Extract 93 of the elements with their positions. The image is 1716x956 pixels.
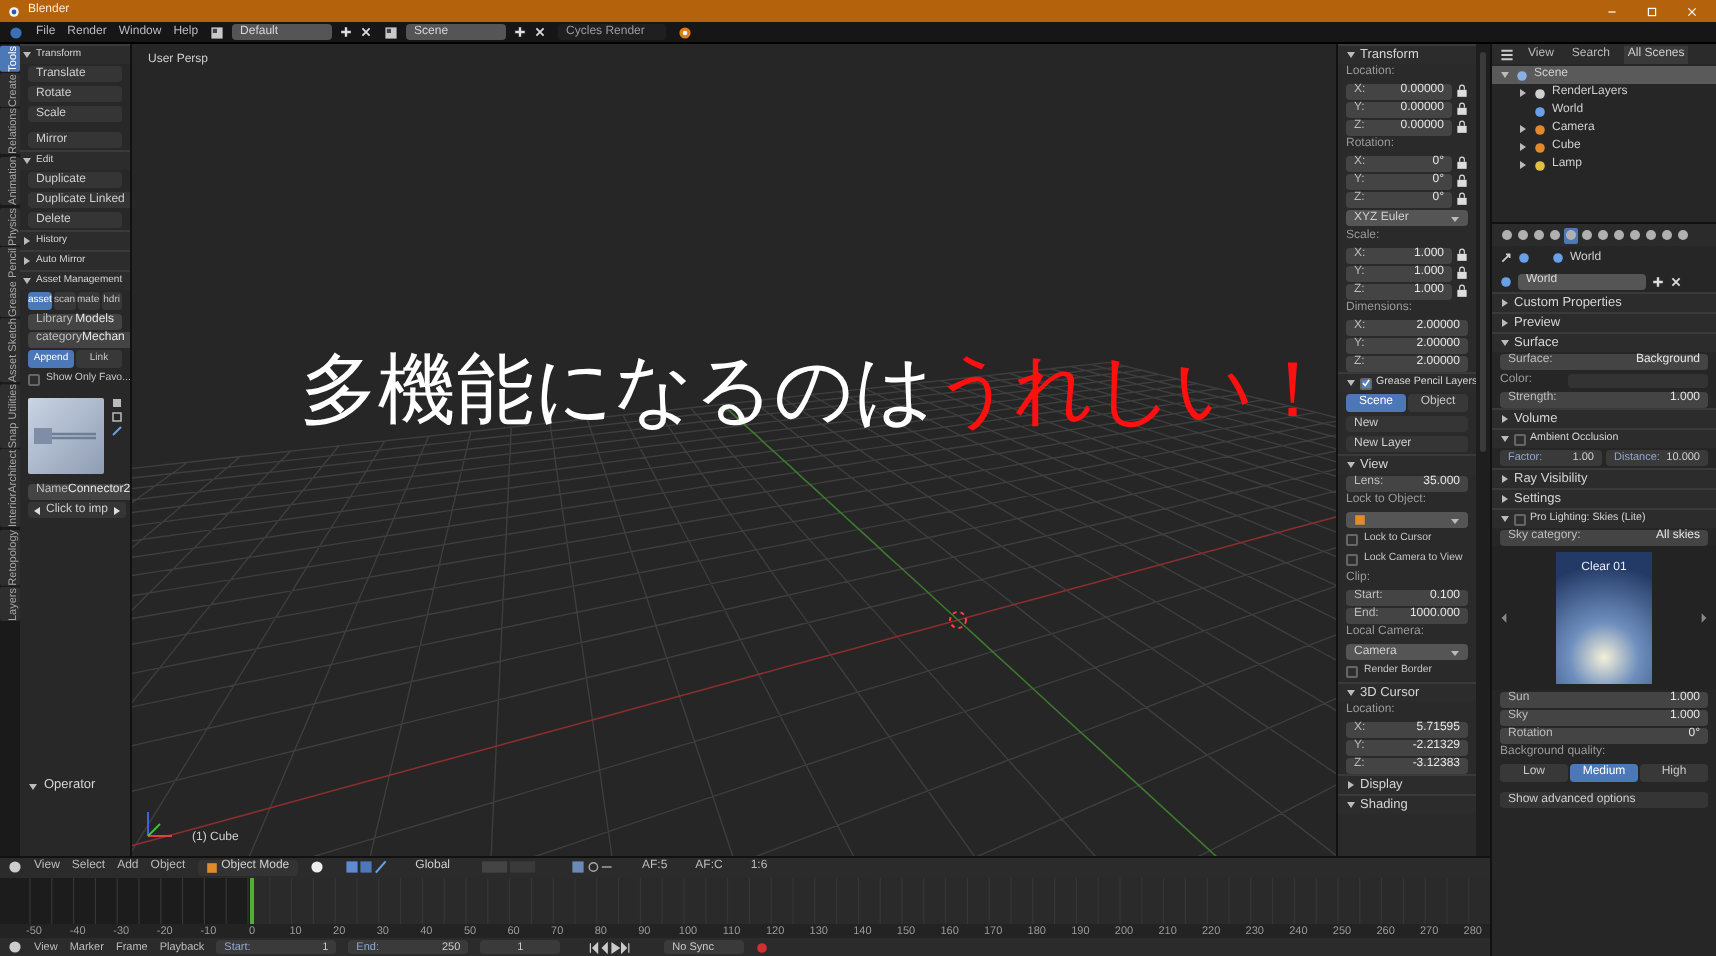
caret-icon: [1450, 647, 1460, 657]
disclosure-triangle-icon[interactable]: [1518, 142, 1528, 152]
checkbox[interactable]: [1346, 554, 1358, 566]
caret-icon: [1450, 515, 1460, 525]
color-swatch[interactable]: [1568, 373, 1708, 387]
disclosure-triangle-icon[interactable]: [22, 256, 32, 266]
properties-tab[interactable]: [1564, 227, 1578, 243]
disclosure-triangle-icon[interactable]: [1346, 780, 1356, 790]
add-icon[interactable]: [514, 26, 527, 38]
record-icon[interactable]: [756, 941, 769, 954]
checkbox[interactable]: [1514, 513, 1526, 525]
properties-tab[interactable]: [1676, 227, 1690, 243]
next-icon[interactable]: [1700, 612, 1708, 624]
disclosure-triangle-icon[interactable]: [1500, 474, 1510, 484]
world-icon: [1500, 275, 1512, 287]
properties-tab[interactable]: [1612, 227, 1626, 243]
disclosure-triangle-icon[interactable]: [28, 781, 38, 791]
add-icon[interactable]: [340, 26, 353, 38]
lock-icon[interactable]: [1456, 174, 1468, 188]
editor-type-icon[interactable]: [8, 940, 22, 955]
disclosure-triangle-icon[interactable]: [1500, 434, 1510, 444]
add-icon[interactable]: [1652, 275, 1664, 287]
disclosure-triangle-icon[interactable]: [1346, 50, 1356, 60]
cube-icon: [205, 861, 218, 874]
disclosure-triangle-icon[interactable]: [22, 236, 32, 246]
cube-icon: [1354, 514, 1366, 526]
lock-icon[interactable]: [1456, 84, 1468, 98]
disclosure-triangle-icon[interactable]: [1346, 800, 1356, 810]
properties-tab[interactable]: [1644, 227, 1658, 243]
properties-tab[interactable]: [1628, 227, 1642, 243]
disclosure-triangle-icon[interactable]: [1346, 460, 1356, 470]
lock-icon[interactable]: [1456, 248, 1468, 262]
properties-tab[interactable]: [1500, 227, 1514, 243]
dropdown[interactable]: [1346, 512, 1468, 528]
disclosure-triangle-icon[interactable]: [1518, 124, 1528, 134]
close-icon[interactable]: [534, 26, 547, 38]
axis-gizmo-icon: [147, 811, 173, 837]
disclosure-triangle-icon[interactable]: [1500, 318, 1510, 328]
close-icon[interactable]: [1670, 275, 1682, 287]
properties-tab[interactable]: [1548, 227, 1562, 243]
disclosure-triangle-icon[interactable]: [1518, 160, 1528, 170]
caret-icon: [1450, 213, 1460, 223]
frame-icon[interactable]: [112, 412, 122, 422]
next-icon[interactable]: [112, 505, 123, 515]
checkbox[interactable]: [1346, 534, 1358, 546]
screen-layout-icon[interactable]: [210, 25, 225, 39]
properties-tab[interactable]: [1516, 227, 1530, 243]
pin-icon[interactable]: [1500, 252, 1512, 264]
properties-tab[interactable]: [1596, 227, 1610, 243]
disclosure-triangle-icon[interactable]: [1500, 298, 1510, 308]
screen-layout-icon[interactable]: [384, 25, 399, 39]
lock-icon[interactable]: [1456, 120, 1468, 134]
lock-icon[interactable]: [1456, 284, 1468, 298]
minimize-icon[interactable]: [1604, 5, 1620, 17]
wrench-icon[interactable]: [112, 426, 122, 436]
properties-tab[interactable]: [1580, 227, 1594, 243]
scene-icon: [1518, 252, 1530, 264]
previous-icon[interactable]: [1500, 612, 1508, 624]
lock-icon[interactable]: [1456, 102, 1468, 116]
lock-icon[interactable]: [1456, 192, 1468, 206]
maximize-icon[interactable]: [1644, 5, 1660, 17]
blender-logo-icon: [678, 25, 693, 39]
properties-tab[interactable]: [1532, 227, 1546, 243]
disclosure-triangle-icon[interactable]: [1518, 88, 1528, 98]
save-icon[interactable]: [112, 398, 122, 408]
close-icon[interactable]: [360, 26, 373, 38]
disclosure-triangle-icon[interactable]: [22, 156, 32, 166]
checkbox[interactable]: [28, 374, 40, 386]
outliner-icon[interactable]: [1500, 47, 1514, 61]
disclosure-triangle-icon[interactable]: [1500, 494, 1510, 504]
editor-type-icon[interactable]: [8, 860, 22, 875]
disclosure-triangle-icon[interactable]: [1346, 688, 1356, 698]
caption-text: 多機能になるのは うれしい！: [300, 352, 1332, 430]
disclosure-triangle-icon[interactable]: [22, 50, 32, 60]
lock-icon[interactable]: [1456, 266, 1468, 280]
connector-drawing: [28, 422, 100, 450]
lock-icon[interactable]: [1456, 156, 1468, 170]
properties-tab[interactable]: [1660, 227, 1674, 243]
previous-icon[interactable]: [32, 505, 42, 515]
3d-cursor-icon[interactable]: [949, 611, 967, 629]
disclosure-triangle-icon[interactable]: [1500, 70, 1510, 80]
disclosure-triangle-icon[interactable]: [22, 276, 32, 286]
shading-icon[interactable]: [309, 860, 324, 875]
checkbox[interactable]: [1360, 377, 1372, 389]
disclosure-triangle-icon[interactable]: [1500, 338, 1510, 348]
disclosure-triangle-icon[interactable]: [1500, 414, 1510, 424]
disclosure-triangle-icon[interactable]: [1500, 514, 1510, 524]
editor-type-icon[interactable]: [8, 25, 24, 39]
disclosure-triangle-icon[interactable]: [1346, 378, 1356, 388]
checkbox[interactable]: [1346, 666, 1358, 678]
world-icon: [1552, 252, 1564, 264]
checkbox[interactable]: [1514, 433, 1526, 445]
app-logo-icon: [8, 5, 20, 17]
